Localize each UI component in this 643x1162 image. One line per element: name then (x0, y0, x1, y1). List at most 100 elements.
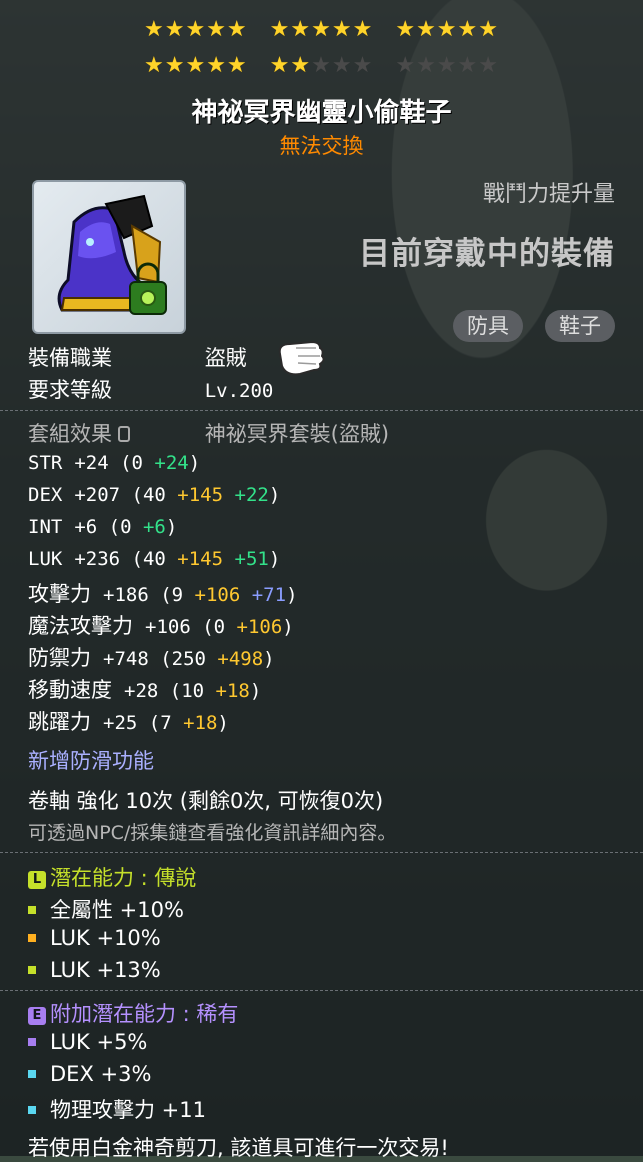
tag-shoes: 鞋子 (545, 310, 615, 342)
potential-header: L 潛在能力 : 傳說 (28, 862, 196, 892)
potential-line: LUK +10% (28, 926, 161, 950)
epic-badge-icon: E (28, 1007, 46, 1025)
star-empty-icon: ★ (331, 53, 353, 78)
combat-power-boost-label: 戰鬥力提升量 (482, 182, 615, 207)
stat-total: +24 (74, 452, 121, 474)
star-group: ★★★★★ (395, 54, 499, 78)
stat-row: STR +24 (0 +24) (28, 450, 200, 474)
star-empty-icon: ★ (478, 53, 499, 78)
stat-base: (40 (131, 548, 166, 570)
potential-text: LUK +13% (50, 958, 161, 982)
bullet-icon (28, 1070, 36, 1078)
star-empty-icon: ★ (395, 53, 417, 78)
star-filled-icon: ★ (290, 53, 312, 78)
star-row: ★★★★★ ★★★★★ ★★★★★ (0, 18, 643, 42)
stat-row: 防禦力 +748 (250 +498) (28, 642, 275, 672)
star-empty-icon: ★ (457, 53, 479, 78)
stat-total: +6 (74, 516, 109, 538)
glove-cursor-icon (278, 340, 325, 376)
star-empty-icon: ★ (352, 53, 374, 78)
item-icon-frame (32, 180, 186, 334)
stat-label: DEX (28, 484, 63, 506)
stat-bonus-flame-green: +24 (142, 452, 189, 474)
stat-base: (40 (131, 484, 166, 506)
star-filled-icon: ★ (143, 17, 165, 42)
item-name: 神祕冥界幽靈小偷鞋子 (191, 98, 452, 128)
bullet-icon (28, 934, 36, 942)
stat-row: 攻擊力 +186 (9 +106 +71) (28, 578, 298, 608)
star-filled-icon: ★ (143, 53, 165, 78)
star-filled-icon: ★ (164, 17, 186, 42)
stat-close: ) (165, 516, 178, 538)
stat-bonus-flame: +18 (204, 680, 250, 702)
star-group: ★★★★★ (144, 54, 248, 78)
stat-close: ) (268, 484, 281, 506)
stat-label: LUK (28, 548, 63, 570)
stat-row: 移動速度 +28 (10 +18) (28, 674, 261, 704)
stat-label: 跳躍力 (28, 710, 91, 734)
trade-status: 無法交換 (279, 134, 364, 158)
star-filled-icon: ★ (206, 53, 227, 78)
star-filled-icon: ★ (311, 17, 332, 42)
star-filled-icon: ★ (226, 17, 248, 42)
stat-bonus-flame: +18 (171, 712, 218, 734)
stat-close: ) (282, 616, 294, 638)
star-filled-icon: ★ (185, 17, 207, 42)
stat-bonus-flame-green: +22 (223, 484, 269, 506)
star-filled-icon: ★ (331, 17, 353, 42)
stat-row: 跳躍力 +25 (7 +18) (28, 706, 229, 736)
stat-base: (0 (202, 616, 226, 638)
star-filled-icon: ★ (352, 17, 374, 42)
scroll-upgrade-info: 卷軸 強化 10次 (剩餘0次, 可恢復0次) (28, 789, 384, 813)
star-filled-icon: ★ (269, 17, 291, 42)
stat-label: INT (28, 516, 63, 538)
stat-close: ) (268, 548, 281, 570)
stat-total: +25 (103, 712, 149, 734)
star-filled-icon: ★ (185, 53, 207, 78)
potential-line: LUK +13% (28, 958, 161, 982)
star-filled-icon: ★ (436, 17, 458, 42)
bullet-icon (28, 906, 36, 914)
stat-close: ) (286, 584, 298, 606)
bullet-icon (28, 1106, 36, 1114)
bullet-icon (28, 1038, 36, 1046)
stat-close: ) (263, 648, 275, 670)
stat-total: +207 (74, 484, 132, 506)
stat-bonus-flame: +106 (183, 584, 241, 606)
stat-label: 防禦力 (28, 646, 91, 670)
stat-close: ) (249, 680, 262, 702)
potential-text: DEX +3% (50, 1062, 152, 1086)
star-filled-icon: ★ (269, 53, 291, 78)
stat-base: (9 (160, 584, 184, 606)
stat-total: +236 (74, 548, 132, 570)
stat-total: +28 (124, 680, 170, 702)
stat-close: ) (188, 452, 201, 474)
star-group: ★★★★★ (395, 18, 499, 42)
additional-potential-line: LUK +5% (28, 1030, 147, 1054)
stat-row: 魔法攻擊力 +106 (0 +106) (28, 610, 294, 640)
stat-bonus-enhance: +71 (240, 584, 287, 606)
platinum-scissors-note: 若使用白金神奇剪刀, 該道具可進行一次交易! (28, 1136, 449, 1160)
stat-total: +186 (103, 584, 161, 606)
stat-base: (0 (108, 516, 132, 538)
star-group: ★★★★★ (270, 18, 374, 42)
star-filled-icon: ★ (457, 17, 479, 42)
star-filled-icon: ★ (416, 17, 437, 42)
stat-row: INT +6 (0 +6) (28, 514, 177, 538)
anti-slip-effect: 新增防滑功能 (28, 749, 154, 773)
stat-bonus-flame: +106 (225, 616, 283, 638)
divider (0, 852, 643, 853)
star-filled-icon: ★ (478, 17, 499, 42)
item-tooltip: ★★★★★ ★★★★★ ★★★★★ ★★★★★ ★★★★★ ★★★★★ 神祕冥界幽靈小偷鞋… (0, 0, 643, 1160)
level-requirement: 要求等級 Lv.200 (28, 378, 274, 402)
star-filled-icon: ★ (226, 53, 248, 78)
lock-icon (118, 426, 130, 442)
star-empty-icon: ★ (416, 53, 437, 78)
star-empty-icon: ★ (436, 53, 458, 78)
stat-total: +106 (145, 616, 203, 638)
star-filled-icon: ★ (206, 17, 227, 42)
star-filled-icon: ★ (290, 17, 312, 42)
star-group: ★★★★★ (270, 54, 374, 78)
additional-potential-line: DEX +3% (28, 1062, 151, 1086)
stat-bonus-flame: +145 (165, 484, 224, 506)
